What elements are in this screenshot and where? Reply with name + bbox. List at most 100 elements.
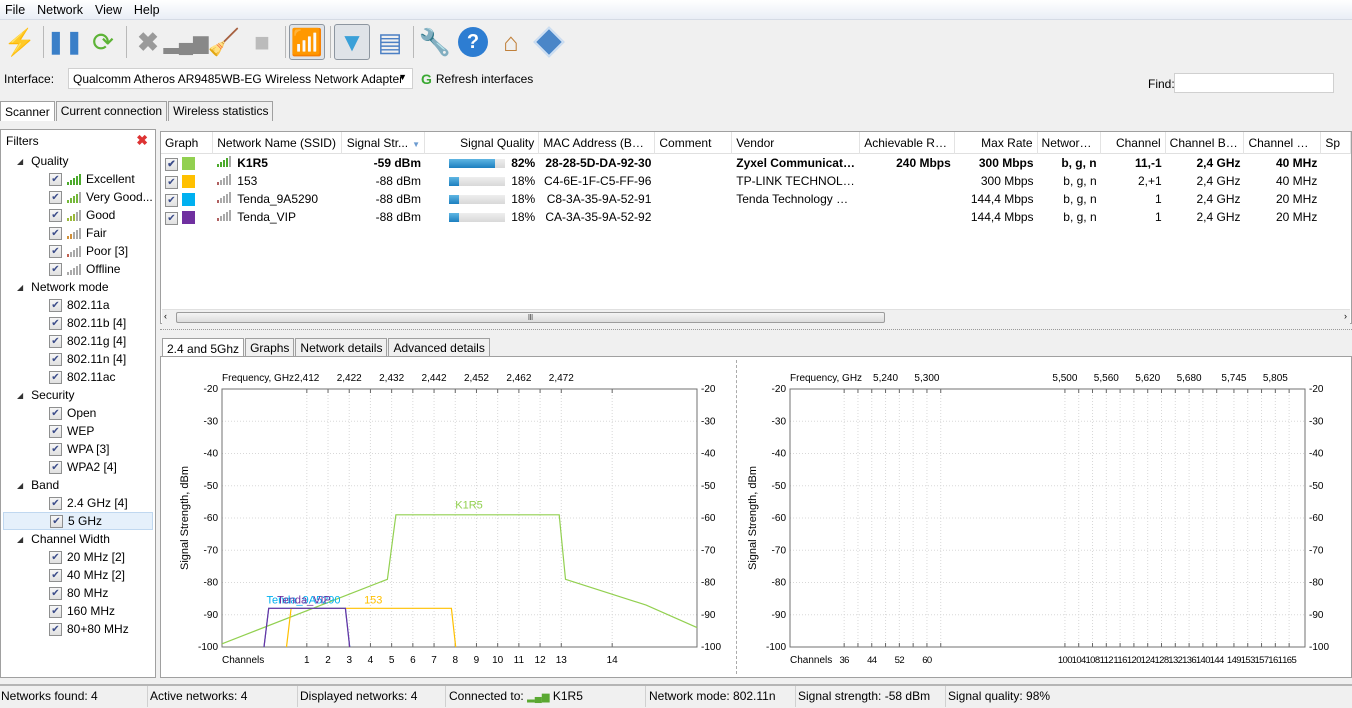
x-top-axis-label: Frequency, GHz xyxy=(790,373,862,384)
channel-tick-label: 2 xyxy=(325,655,331,666)
y-tick-label: -60 xyxy=(204,513,219,524)
frequency-tick-label: 2,452 xyxy=(464,373,489,384)
frequency-tick-label: 5,300 xyxy=(914,373,939,384)
channel-tick-label: 157 xyxy=(1255,655,1269,666)
status-displayed-networks: Displayed networks: 4 xyxy=(298,686,446,707)
channel-tick-label: 144 xyxy=(1210,655,1224,666)
y-tick-label-right: -70 xyxy=(1309,545,1324,556)
y-tick-label-right: -40 xyxy=(701,449,716,460)
y-tick-label: -100 xyxy=(198,642,218,653)
channel-tick-label: 60 xyxy=(922,655,932,666)
y-tick-label-right: -100 xyxy=(701,642,721,653)
y-tick-label: -50 xyxy=(204,481,219,492)
channel-tick-label: 1 xyxy=(304,655,310,666)
channel-tick-label: 44 xyxy=(867,655,877,666)
series-label: K1R5 xyxy=(455,499,483,511)
channel-tick-label: 104 xyxy=(1072,655,1086,666)
channel-tick-label: 3 xyxy=(346,655,352,666)
series-label: Tenda_VIP xyxy=(277,594,331,606)
channel-tick-label: 161 xyxy=(1268,655,1282,666)
series-line-153 xyxy=(285,607,457,648)
channel-tick-label: 120 xyxy=(1127,655,1141,666)
frequency-tick-label: 5,240 xyxy=(873,373,898,384)
channel-tick-label: 140 xyxy=(1196,655,1210,666)
y-axis-label: Signal Strength, dBm xyxy=(179,466,191,570)
channel-tick-label: 132 xyxy=(1168,655,1182,666)
channel-tick-label: 7 xyxy=(431,655,437,666)
y-tick-label-right: -30 xyxy=(1309,416,1324,427)
channel-tick-label: 153 xyxy=(1241,655,1255,666)
channel-tick-label: 11 xyxy=(514,655,525,666)
frequency-tick-label: 5,680 xyxy=(1177,373,1202,384)
y-tick-label-right: -100 xyxy=(1309,642,1329,653)
channel-tick-label: 124 xyxy=(1141,655,1155,666)
y-tick-label-right: -80 xyxy=(1309,578,1324,589)
channel-tick-label: 36 xyxy=(839,655,849,666)
frequency-tick-label: 5,500 xyxy=(1052,373,1077,384)
frequency-tick-label: 2,422 xyxy=(337,373,362,384)
channel-tick-label: 6 xyxy=(410,655,416,666)
y-tick-label-right: -70 xyxy=(701,545,716,556)
plot-frame xyxy=(789,388,1306,648)
channel-tick-label: 14 xyxy=(607,655,619,666)
y-tick-label: -80 xyxy=(772,578,787,589)
frequency-tick-label: 2,462 xyxy=(506,373,531,384)
status-connected-label: Connected to: xyxy=(449,689,524,703)
channel-tick-label: 100 xyxy=(1058,655,1072,666)
y-tick-label-right: -50 xyxy=(701,481,716,492)
frequency-tick-label: 5,805 xyxy=(1263,373,1288,384)
series-label: 153 xyxy=(364,594,382,606)
status-networks-found: Networks found: 4 xyxy=(0,686,148,707)
frequency-tick-label: 2,432 xyxy=(379,373,404,384)
channel-tick-label: 8 xyxy=(452,655,458,666)
frequency-tick-label: 5,560 xyxy=(1094,373,1119,384)
channel-tick-label: 52 xyxy=(895,655,905,666)
y-tick-label-right: -20 xyxy=(701,384,716,395)
channel-tick-label: 5 xyxy=(389,655,395,666)
channel-tick-label: 149 xyxy=(1227,655,1241,666)
y-tick-label: -30 xyxy=(772,416,787,427)
y-tick-label-right: -80 xyxy=(701,578,716,589)
channel-tick-label: 165 xyxy=(1282,655,1296,666)
y-tick-label: -70 xyxy=(772,545,787,556)
y-tick-label-right: -60 xyxy=(701,513,716,524)
status-network-mode: Network mode: 802.11n xyxy=(646,686,796,707)
status-signal-quality: Signal quality: 98% xyxy=(948,689,1051,703)
chart-0: -20 -20 -30 -30 -40 -40 -50 -50 -60 -60 -70 -70 -80 -… xyxy=(179,373,721,666)
y-tick-label: -40 xyxy=(204,449,219,460)
y-tick-label-right: -90 xyxy=(701,610,716,621)
status-active-networks: Active networks: 4 xyxy=(148,686,298,707)
y-tick-label-right: -40 xyxy=(1309,449,1324,460)
frequency-tick-label: 2,442 xyxy=(422,373,447,384)
chart-1: -20 -20 -30 -30 -40 -40 -50 -50 -60 -60 -70 -70 -80 -… xyxy=(747,373,1329,666)
y-tick-label: -20 xyxy=(204,384,219,395)
frequency-tick-label: 2,412 xyxy=(294,373,319,384)
y-tick-label: -60 xyxy=(772,513,787,524)
x-bottom-axis-label: Channels xyxy=(222,655,264,666)
y-tick-label: -80 xyxy=(204,578,219,589)
channel-tick-label: 116 xyxy=(1113,655,1127,666)
channel-tick-label: 4 xyxy=(368,655,374,666)
channel-tick-label: 136 xyxy=(1182,655,1196,666)
y-tick-label: -20 xyxy=(772,384,787,395)
y-tick-label-right: -60 xyxy=(1309,513,1324,524)
frequency-tick-label: 5,620 xyxy=(1135,373,1160,384)
y-tick-label: -90 xyxy=(772,610,787,621)
y-tick-label-right: -50 xyxy=(1309,481,1324,492)
y-tick-label: -50 xyxy=(772,481,787,492)
channel-tick-label: 10 xyxy=(492,655,504,666)
y-tick-label: -40 xyxy=(772,449,787,460)
y-tick-label: -70 xyxy=(204,545,219,556)
channel-tick-label: 108 xyxy=(1085,655,1099,666)
channel-tick-label: 112 xyxy=(1100,655,1114,666)
y-axis-label: Signal Strength, dBm xyxy=(747,466,759,570)
series-line-K1R5 xyxy=(221,514,698,645)
channel-tick-label: 128 xyxy=(1154,655,1168,666)
status-signal-strength: Signal strength: -58 dBm xyxy=(796,686,946,707)
y-tick-label: -30 xyxy=(204,416,219,427)
channel-tick-label: 13 xyxy=(556,655,568,666)
signal-bars-icon: ▂▄▆ xyxy=(527,692,550,703)
frequency-tick-label: 2,472 xyxy=(549,373,574,384)
x-bottom-axis-label: Channels xyxy=(790,655,832,666)
frequency-tick-label: 5,745 xyxy=(1221,373,1246,384)
